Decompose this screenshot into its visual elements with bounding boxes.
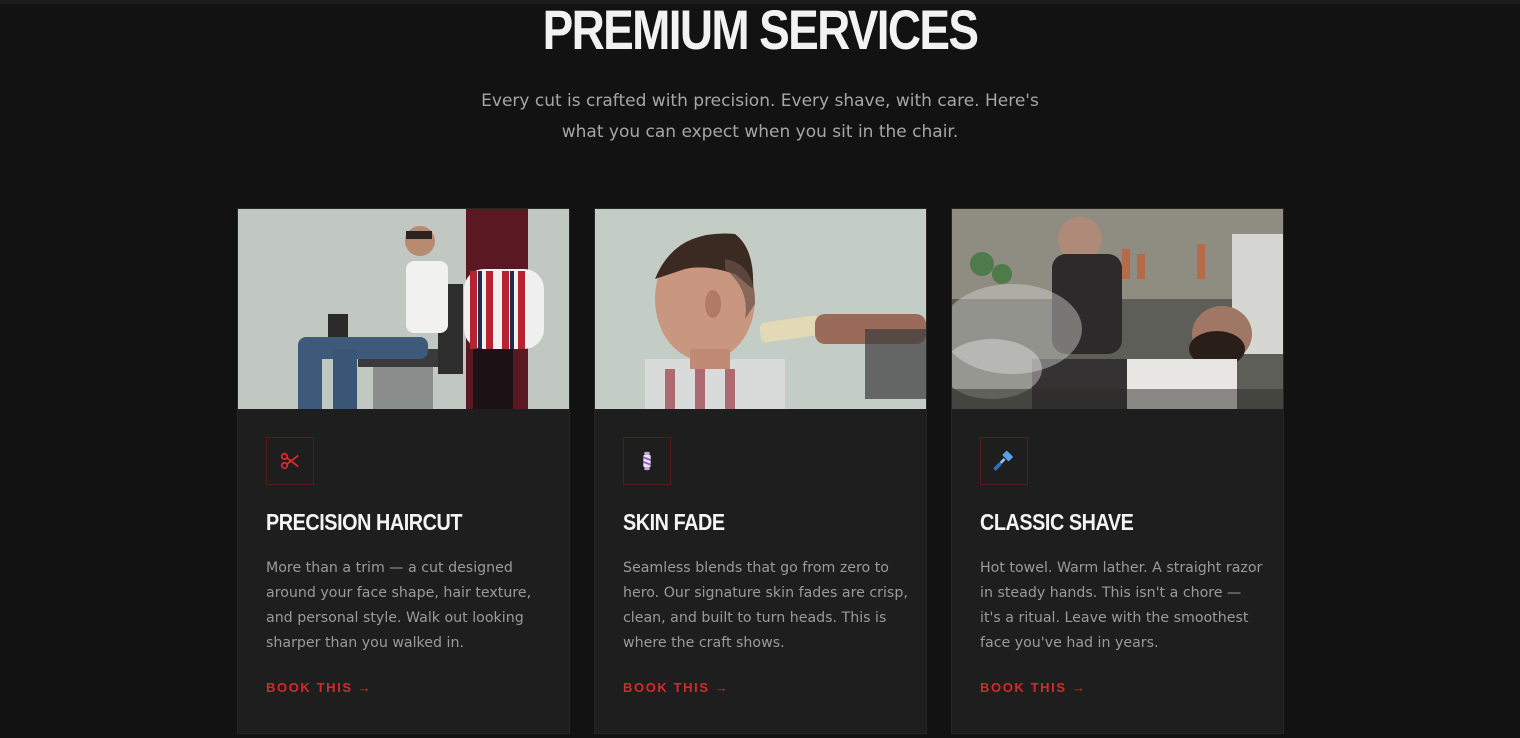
haircut-photo (238, 209, 569, 409)
classic-shave-photo (952, 209, 1283, 409)
razor-icon (993, 450, 1013, 471)
book-this-link[interactable]: BOOK THIS → (980, 680, 1086, 695)
service-icon-frame (980, 437, 1028, 485)
service-title: CLASSIC SHAVE (980, 509, 1134, 535)
scissors-icon (280, 452, 299, 470)
section-subtitle: Every cut is crafted with precision. Eve… (481, 91, 1039, 142)
service-description: More than a trim — a cut designed around… (266, 560, 532, 651)
service-card-classic-shave: CLASSIC SHAVE Hot towel. Warm lather. A … (951, 208, 1284, 734)
book-this-link[interactable]: BOOK THIS → (266, 680, 372, 695)
book-this-link[interactable]: BOOK THIS → (623, 680, 729, 695)
barber-pole-icon (643, 451, 651, 471)
service-card-precision-haircut: PRECISION HAIRCUT More than a trim — a c… (237, 208, 570, 734)
service-description: Seamless blends that go from zero to her… (623, 560, 908, 651)
service-icon-frame (266, 437, 314, 485)
skin-fade-photo (595, 209, 926, 409)
service-card-skin-fade: SKIN FADE Seamless blends that go from z… (594, 208, 927, 734)
service-description: Hot towel. Warm lather. A straight razor… (980, 560, 1263, 651)
service-title: PRECISION HAIRCUT (266, 509, 462, 535)
service-title: SKIN FADE (623, 509, 725, 535)
section-title: PREMIUM SERVICES (542, 0, 979, 61)
service-icon-frame (623, 437, 671, 485)
